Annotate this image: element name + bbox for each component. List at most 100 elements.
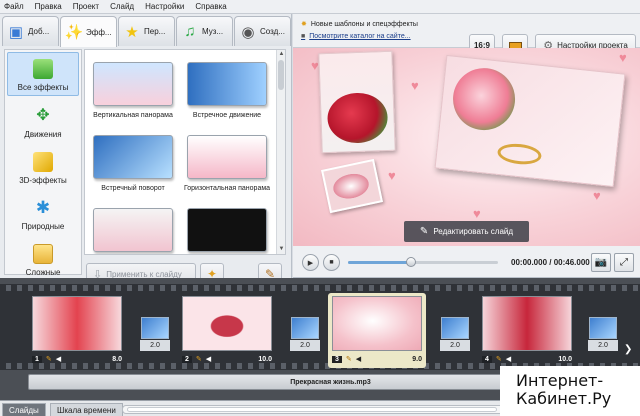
menu-file[interactable]: Файл [4, 2, 24, 11]
watermark-text: Интернет- Кабинет.Ру [500, 366, 640, 416]
effect-counter-rotation[interactable]: Встречный поворот [87, 135, 179, 192]
puzzle-icon [33, 59, 53, 79]
heart-decoration: ♥ [473, 206, 481, 221]
effect-item-5[interactable] [87, 208, 179, 254]
sound-icon[interactable]: ◀ [356, 355, 361, 363]
slide-image [32, 296, 122, 351]
music-note-icon: ♫ [184, 23, 196, 40]
move-arrows-icon: ✥ [36, 107, 50, 124]
rose-bouquet-image [326, 91, 389, 145]
stop-button[interactable]: ■ [323, 254, 340, 271]
effect-item-6[interactable] [181, 208, 273, 254]
rose-image [449, 65, 519, 134]
effects-scrollbar[interactable]: ▲ ▼ [276, 50, 285, 254]
menu-slide[interactable]: Слайд [110, 2, 134, 11]
category-nature[interactable]: ✱ Природные [7, 190, 79, 234]
snapshot-button[interactable]: 📷 [591, 253, 611, 272]
slide-footer: 1 ✎ ◀ 8.0 [32, 353, 122, 365]
slide-footer: 3 ✎ ◀ 9.0 [332, 353, 422, 365]
tab-timeline[interactable]: Шкала времени [50, 403, 123, 416]
pencil-icon[interactable]: ✎ [496, 355, 502, 363]
category-3d-effects[interactable]: 3D-эффекты [7, 144, 79, 188]
star-icon: ✸ [301, 21, 307, 28]
effect-thumbnail [93, 62, 173, 106]
tab-create[interactable]: ◉ Созд... [234, 16, 291, 46]
menu-help[interactable]: Справка [195, 2, 226, 11]
scroll-down-icon[interactable]: ▼ [277, 245, 285, 254]
flowers-image [330, 170, 372, 202]
scroll-up-icon[interactable]: ▲ [277, 50, 285, 59]
preview-toolbar: ✸ Новые шаблоны и спецэффекты ■ Посмотри… [293, 14, 640, 57]
tab-music[interactable]: ♫ Муз... [176, 16, 233, 46]
play-button[interactable]: ▶ [302, 254, 319, 271]
menu-settings[interactable]: Настройки [145, 2, 184, 11]
transition-thumbnail [589, 317, 617, 339]
scroll-thumb[interactable] [278, 60, 284, 90]
small-photo-card [321, 158, 383, 214]
playback-progress [348, 261, 411, 264]
slide-thumbnail-4[interactable]: 4 ✎ ◀ 10.0 [478, 293, 576, 368]
camera-icon: 📷 [594, 257, 608, 268]
category-all-effects[interactable]: Все эффекты [7, 52, 79, 96]
playback-slider-handle[interactable] [406, 257, 416, 267]
pencil-icon[interactable]: ✎ [46, 355, 52, 363]
transition-1[interactable]: 2.0 [138, 317, 172, 351]
sound-icon[interactable]: ◀ [56, 355, 61, 363]
catalog-link[interactable]: ■ Посмотрите каталог на сайте... [301, 33, 411, 40]
sound-icon[interactable]: ◀ [206, 355, 211, 363]
play-icon: ▶ [307, 259, 314, 267]
snowflake-icon: ✱ [35, 198, 51, 217]
edit-slide-button[interactable]: ✎ Редактировать слайд [404, 221, 529, 242]
tab-slides[interactable]: Слайды [2, 403, 46, 416]
complex-layers-icon [33, 244, 53, 264]
slide-thumbnail-1[interactable]: 1 ✎ ◀ 8.0 [28, 293, 126, 368]
wedding-rings-image [496, 141, 543, 167]
sound-icon[interactable]: ◀ [506, 355, 511, 363]
menu-edit[interactable]: Правка [35, 2, 62, 11]
slide-thumbnail-2[interactable]: 2 ✎ ◀ 10.0 [178, 293, 276, 368]
transition-star-icon: ★ [125, 23, 139, 41]
transition-2[interactable]: 2.0 [288, 317, 322, 351]
pencil-icon[interactable]: ✎ [196, 355, 202, 363]
cube-icon [33, 152, 53, 172]
film-holes [0, 285, 640, 291]
notice-new-templates: ✸ Новые шаблоны и спецэффекты [301, 20, 418, 29]
transition-thumbnail [441, 317, 469, 339]
pencil-icon[interactable]: ✎ [346, 355, 352, 363]
effect-counter-motion[interactable]: Встречное движение [181, 62, 273, 119]
category-motion[interactable]: ✥ Движения [7, 98, 79, 142]
effect-thumbnail [93, 135, 173, 179]
scroll-thumb[interactable] [127, 407, 497, 412]
effects-panel: ▣ Доб... ✨ Эфф... ★ Пер... ♫ Муз... ◉ Со… [0, 14, 292, 285]
chevron-right-icon[interactable]: ❯ [624, 344, 632, 355]
heart-decoration: ♥ [388, 168, 396, 183]
playback-track[interactable] [348, 261, 498, 264]
stop-icon: ■ [329, 259, 334, 266]
create-disc-icon: ◉ [241, 23, 255, 41]
fullscreen-button[interactable]: ⤢ [614, 253, 634, 272]
effect-thumbnail [93, 208, 173, 252]
category-complex[interactable]: Сложные [7, 236, 79, 280]
transition-3[interactable]: 2.0 [438, 317, 472, 351]
tab-transitions[interactable]: ★ Пер... [118, 16, 175, 46]
slide-preview[interactable]: ♥ ♥ ♥ ♥ ♥ ♥ ✎ Редактировать слайд [293, 48, 640, 246]
effect-thumbnail [187, 62, 267, 106]
menu-bar: Файл Правка Проект Слайд Настройки Справ… [0, 0, 640, 14]
effects-grid: Вертикальная панорама Встречное движение… [84, 49, 286, 255]
slide-image [482, 296, 572, 351]
transition-thumbnail [141, 317, 169, 339]
effect-horizontal-pan[interactable]: Горизонтальная панорама [181, 135, 273, 192]
tab-add[interactable]: ▣ Доб... [2, 16, 59, 46]
effect-vertical-pan[interactable]: Вертикальная панорама [87, 62, 179, 119]
slide-thumbnail-3[interactable]: 3 ✎ ◀ 9.0 [328, 293, 426, 368]
greeting-card-small [318, 50, 396, 154]
effect-thumbnail [187, 135, 267, 179]
tab-effects[interactable]: ✨ Эфф... [60, 16, 117, 47]
effect-thumbnail [187, 208, 267, 252]
playback-time: 00:00.000 / 00:46.000 [511, 258, 590, 267]
transition-4[interactable]: 2.0 [586, 317, 620, 351]
box-icon: ■ [301, 33, 306, 40]
playback-bar: ▶ ■ 00:00.000 / 00:46.000 📷 ⤢ [293, 246, 640, 278]
menu-project[interactable]: Проект [73, 2, 99, 11]
slide-footer: 4 ✎ ◀ 10.0 [482, 353, 572, 365]
